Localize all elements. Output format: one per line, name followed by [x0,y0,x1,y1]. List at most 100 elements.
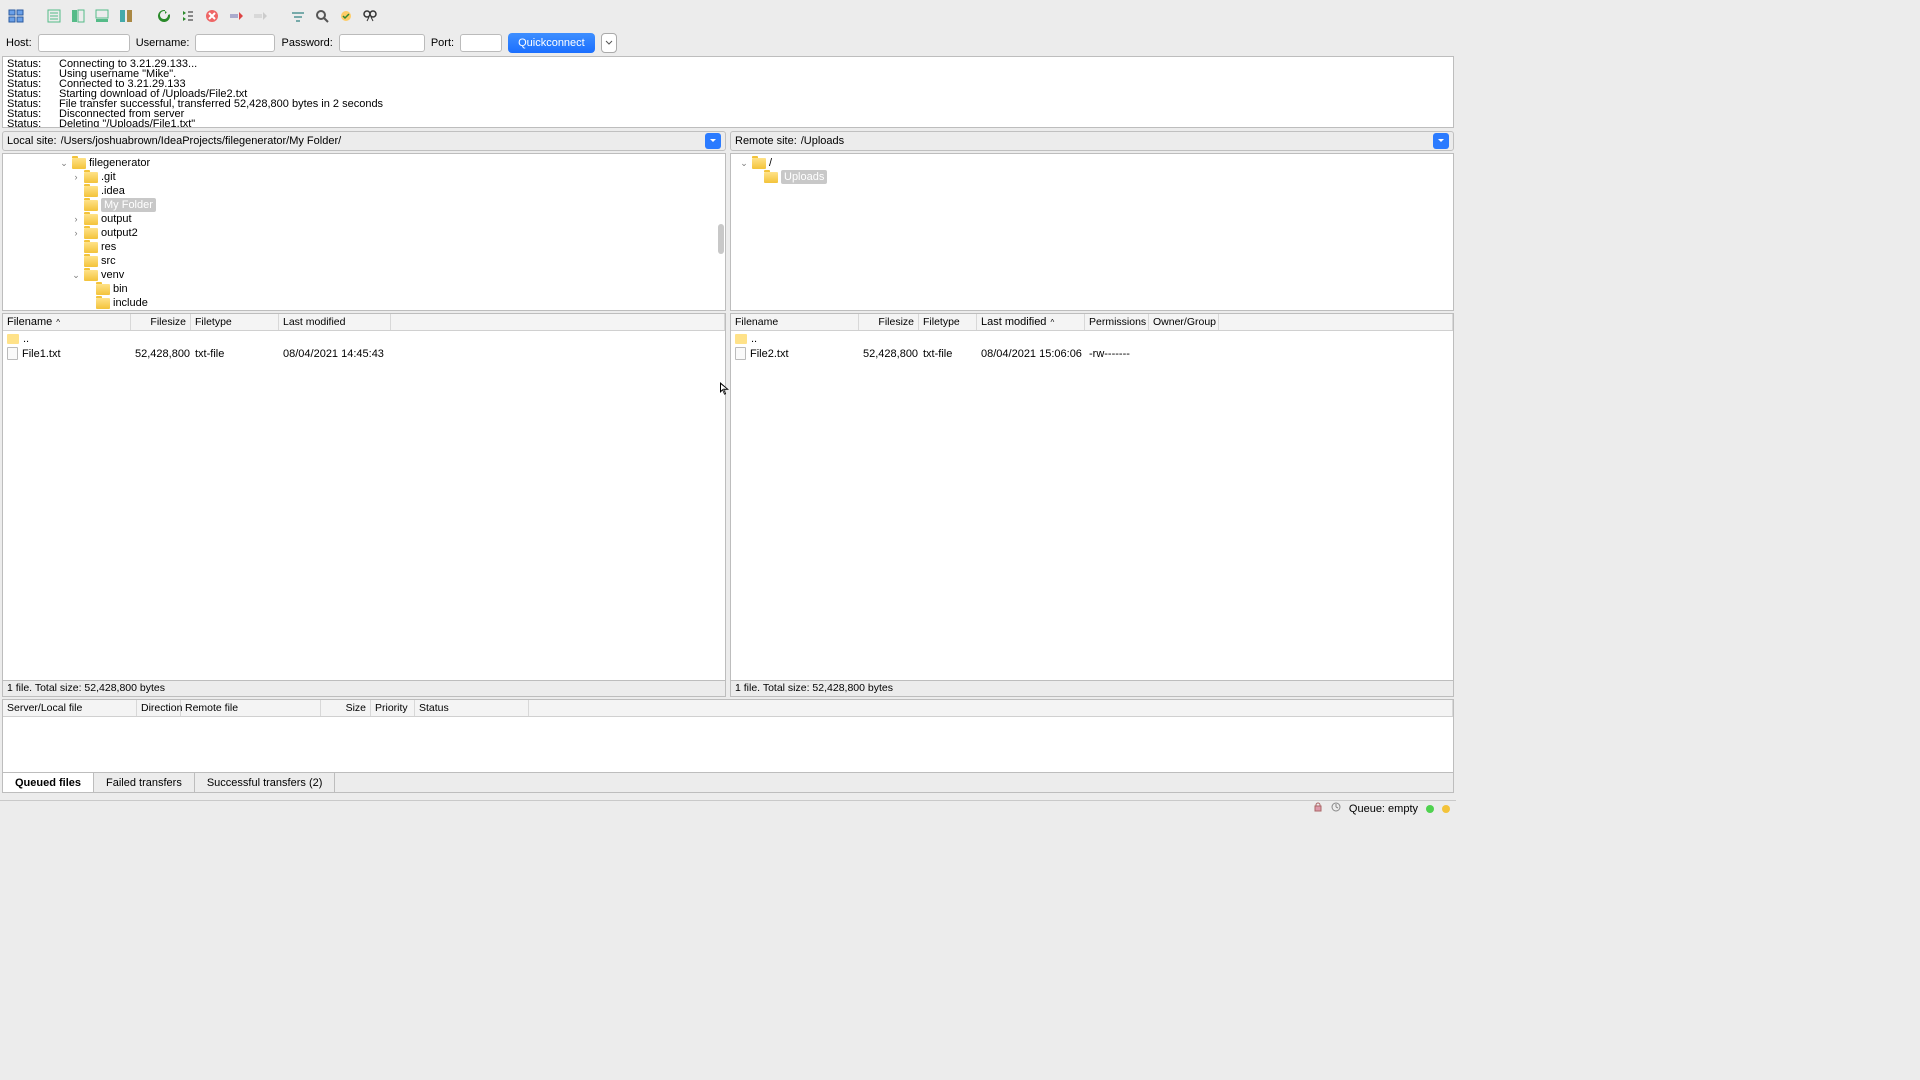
tree-item[interactable]: › output2 [3,226,725,240]
col-priority[interactable]: Priority [371,700,415,716]
tree-toggle[interactable]: › [71,170,81,184]
tree-item[interactable]: Uploads [731,170,1453,184]
lock-icon[interactable] [1313,802,1323,815]
col-status[interactable]: Status [415,700,529,716]
tree-item-label: bin [113,282,128,296]
tree-item[interactable]: .idea [3,184,725,198]
folder-icon [84,214,98,225]
username-label: Username: [136,37,190,49]
remote-site-label: Remote site: [735,135,797,147]
queue-header[interactable]: Server/Local file Direction Remote file … [3,700,1453,717]
tasks-icon[interactable] [1331,802,1341,815]
remote-file-list[interactable]: ..File2.txt52,428,800txt-file08/04/2021 … [731,331,1453,680]
file-icon [7,347,18,360]
col-size[interactable]: Size [321,700,371,716]
remote-file-header[interactable]: Filename Filesize Filetype Last modified… [731,314,1453,331]
transfer-queue-pane: Server/Local file Direction Remote file … [2,699,1454,773]
tree-toggle[interactable]: ⌄ [739,156,749,170]
tree-item-label: include [113,296,148,310]
remote-site-dropdown[interactable] [1433,133,1449,149]
folder-icon [764,172,778,183]
folder-icon [84,186,98,197]
col-direction[interactable]: Direction [137,700,181,716]
tree-toggle[interactable]: ⌄ [71,268,81,282]
local-file-pane: Filename ^ Filesize Filetype Last modifie… [2,313,726,681]
tree-item[interactable]: res [3,240,725,254]
filter-icon[interactable] [288,6,308,26]
message-log[interactable]: Status:Connecting to 3.21.29.133...Statu… [2,56,1454,128]
col-owner-group[interactable]: Owner/Group [1149,314,1219,330]
file-row[interactable]: File2.txt52,428,800txt-file08/04/2021 15… [731,346,1453,361]
tree-toggle[interactable]: › [71,212,81,226]
col-remote-file[interactable]: Remote file [181,700,321,716]
toggle-log-icon[interactable] [44,6,64,26]
tree-item-label: venv [101,268,124,282]
col-permissions[interactable]: Permissions [1085,314,1149,330]
remote-tree-pane[interactable]: ⌄/Uploads [730,153,1454,311]
tree-toggle[interactable]: ⌄ [59,156,69,170]
col-last-modified[interactable]: Last modified [981,316,1046,328]
toggle-compare-icon[interactable] [116,6,136,26]
parent-dir-row[interactable]: .. [3,331,725,346]
local-tree-scrollbar[interactable] [718,224,724,254]
disconnect-icon[interactable] [226,6,246,26]
tree-item[interactable]: src [3,254,725,268]
status-dot-green [1426,805,1434,813]
tree-item[interactable]: ⌄/ [731,156,1453,170]
host-input[interactable] [38,34,130,52]
username-input[interactable] [195,34,275,52]
remote-site-bar: Remote site: [730,131,1454,151]
local-file-header[interactable]: Filename ^ Filesize Filetype Last modifie… [3,314,725,331]
folder-icon [96,298,110,309]
quickconnect-button[interactable]: Quickconnect [508,33,595,53]
col-filetype[interactable]: Filetype [919,314,977,330]
tree-item[interactable]: bin [3,282,725,296]
sync-icon[interactable] [336,6,356,26]
password-input[interactable] [339,34,425,52]
col-last-modified[interactable]: Last modified [279,314,391,330]
col-server-local-file[interactable]: Server/Local file [3,700,137,716]
remote-site-path[interactable] [801,135,1433,147]
remote-file-pane: Filename Filesize Filetype Last modified… [730,313,1454,681]
tab-queued-files[interactable]: Queued files [3,773,94,792]
log-label: Status: [7,119,41,128]
folder-icon [84,200,98,211]
tree-item[interactable]: ›output [3,212,725,226]
tree-item[interactable]: include [3,296,725,310]
process-queue-icon[interactable] [178,6,198,26]
toggle-queue-icon[interactable] [92,6,112,26]
site-manager-icon[interactable] [6,6,26,26]
tree-item[interactable]: ›.git [3,170,725,184]
local-tree-pane[interactable]: ⌄filegenerator›.git.ideaMy Folder›output… [2,153,726,311]
refresh-icon[interactable] [154,6,174,26]
tree-item[interactable]: ⌄filegenerator [3,156,725,170]
tree-item[interactable]: ⌄ venv [3,268,725,282]
find-icon[interactable] [360,6,380,26]
file-row[interactable]: File1.txt52,428,800txt-file08/04/2021 14… [3,346,725,361]
tree-item[interactable]: My Folder [3,198,725,212]
status-dot-yellow [1442,805,1450,813]
cancel-icon[interactable] [202,6,222,26]
port-input[interactable] [460,34,502,52]
col-filename[interactable]: Filename [731,314,859,330]
local-site-dropdown[interactable] [705,133,721,149]
quickconnect-history-dropdown[interactable] [601,33,617,53]
col-filesize[interactable]: Filesize [131,314,191,330]
toggle-tree-icon[interactable] [68,6,88,26]
parent-dir-row[interactable]: .. [731,331,1453,346]
local-site-path[interactable] [61,135,705,147]
tree-item-label: output2 [101,226,138,240]
reconnect-icon[interactable] [250,6,270,26]
tree-toggle[interactable]: › [71,226,81,240]
col-filename[interactable]: Filename [7,316,52,328]
search-icon[interactable] [312,6,332,26]
sort-asc-icon: ^ [56,318,60,327]
quickconnect-bar: Host: Username: Password: Port: Quickcon… [0,32,1456,56]
tab-successful-transfers[interactable]: Successful transfers (2) [195,773,336,792]
queue-body[interactable] [3,717,1453,772]
col-filesize[interactable]: Filesize [859,314,919,330]
col-filetype[interactable]: Filetype [191,314,279,330]
tree-item-label: Uploads [781,170,827,184]
local-file-list[interactable]: ..File1.txt52,428,800txt-file08/04/2021 … [3,331,725,680]
tab-failed-transfers[interactable]: Failed transfers [94,773,195,792]
